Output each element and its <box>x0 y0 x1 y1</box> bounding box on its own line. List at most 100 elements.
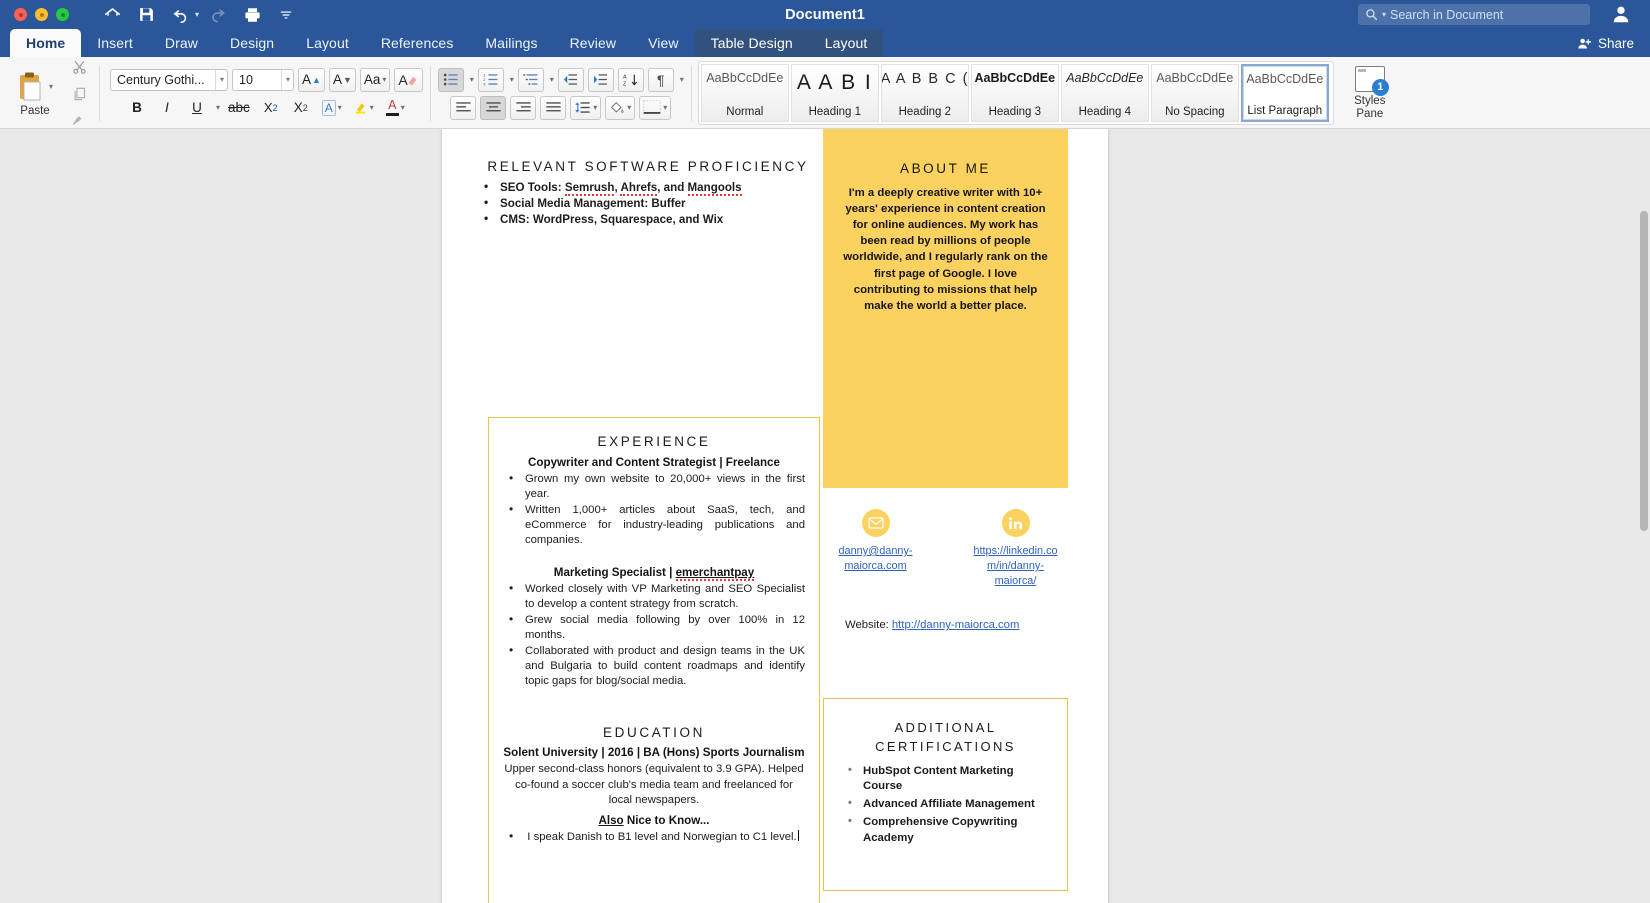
contact-linkedin-link[interactable]: https://linkedin.com/in/danny-maiorca/ <box>972 544 1060 589</box>
chevron-down-icon[interactable]: ▾ <box>370 103 374 112</box>
customize-toolbar-icon[interactable] <box>271 2 301 28</box>
underline-dropdown-icon[interactable]: ▾ <box>216 103 220 112</box>
style-heading-3[interactable]: AaBbCcDdEe Heading 3 <box>970 64 1059 122</box>
align-right-button[interactable] <box>510 95 537 120</box>
document-workspace[interactable]: RELEVANT SOFTWARE PROFICIENCY SEO Tools:… <box>0 129 1650 903</box>
tab-table-layout[interactable]: Layout <box>808 29 884 57</box>
font-name-combo[interactable]: Century Gothi... ▾ <box>110 68 228 91</box>
share-button[interactable]: Share <box>1576 29 1634 57</box>
paste-dropdown-icon[interactable]: ▾ <box>49 82 53 91</box>
chevron-down-icon[interactable]: ▾ <box>593 103 597 112</box>
tab-view[interactable]: View <box>632 29 695 57</box>
chevron-down-icon: ▾ <box>1382 10 1387 19</box>
cut-button[interactable] <box>66 55 92 79</box>
line-spacing-button[interactable]: ▾ <box>570 95 602 120</box>
increase-indent-button[interactable] <box>587 67 614 92</box>
style-no-spacing[interactable]: AaBbCcDdEe No Spacing <box>1150 64 1239 122</box>
justify-button[interactable] <box>540 95 567 120</box>
subscript-button[interactable]: X2 <box>258 96 284 120</box>
tab-review[interactable]: Review <box>554 29 633 57</box>
save-icon[interactable] <box>131 2 161 28</box>
shrink-font-button[interactable]: A ▼ <box>328 67 356 92</box>
divider <box>99 66 100 121</box>
superscript-button[interactable]: X2 <box>288 96 314 120</box>
shrink-font-label: A <box>332 72 342 87</box>
numbering-dropdown-icon[interactable]: ▾ <box>510 75 514 84</box>
bullets-dropdown-icon[interactable]: ▾ <box>470 75 474 84</box>
home-icon[interactable] <box>97 2 127 28</box>
style-heading-1[interactable]: A A B I Heading 1 <box>790 64 879 122</box>
strikethrough-button[interactable]: abc <box>224 96 254 120</box>
shading-button[interactable]: ▾ <box>605 95 636 120</box>
styles-pane-button[interactable]: 1 Styles Pane <box>1338 59 1402 128</box>
text-effects-icon: A <box>321 99 336 116</box>
bullets-button[interactable] <box>437 67 464 92</box>
account-icon[interactable] <box>1610 3 1632 30</box>
undo-dropdown-icon[interactable]: ▾ <box>195 10 199 19</box>
align-left-button[interactable] <box>450 95 477 120</box>
website-link[interactable]: http://danny-maiorca.com <box>892 619 1019 631</box>
show-formatting-marks-button[interactable]: ¶ <box>647 67 674 92</box>
sort-button[interactable]: AZ <box>617 67 644 92</box>
chevron-down-icon[interactable]: ▾ <box>627 103 631 112</box>
borders-button[interactable]: ▾ <box>639 95 672 120</box>
redo-icon[interactable] <box>203 2 233 28</box>
vertical-scrollbar[interactable] <box>1640 211 1648 531</box>
style-preview: AaBbCcDdEe <box>974 71 1056 85</box>
paste-button[interactable]: ▾ Paste <box>10 71 60 117</box>
formatting-marks-dropdown-icon[interactable]: ▾ <box>680 75 684 84</box>
software-proficiency-section: RELEVANT SOFTWARE PROFICIENCY SEO Tools:… <box>478 157 818 229</box>
svg-text:Z: Z <box>623 81 627 87</box>
chevron-down-icon[interactable]: ▾ <box>280 69 290 90</box>
highlight-button[interactable]: ▾ <box>350 96 378 120</box>
list-item: Worked closely with VP Marketing and SEO… <box>503 581 805 612</box>
grow-font-button[interactable]: A ▲ <box>298 67 325 92</box>
minimize-window-button[interactable] <box>35 8 48 21</box>
tab-layout[interactable]: Layout <box>290 29 365 57</box>
decrease-indent-button[interactable] <box>557 67 584 92</box>
multilevel-dropdown-icon[interactable]: ▾ <box>550 75 554 84</box>
chevron-down-icon[interactable]: ▾ <box>382 75 386 84</box>
grow-font-label: A <box>302 72 312 87</box>
search-input[interactable]: ▾ Search in Document <box>1358 4 1590 25</box>
font-size-combo[interactable]: 10 ▾ <box>232 68 294 91</box>
copy-button[interactable] <box>66 82 92 106</box>
tab-insert[interactable]: Insert <box>81 29 149 57</box>
style-heading-4[interactable]: AaBbCcDdEe Heading 4 <box>1060 64 1149 122</box>
style-heading-2[interactable]: A A B B C ( Heading 2 <box>880 64 969 122</box>
align-center-button[interactable] <box>480 95 507 120</box>
tab-draw[interactable]: Draw <box>149 29 214 57</box>
underline-button[interactable]: U <box>184 96 210 120</box>
undo-icon[interactable] <box>165 2 195 28</box>
change-case-button[interactable]: Aa ▾ <box>359 67 391 92</box>
multilevel-list-button[interactable] <box>517 67 544 92</box>
tab-references[interactable]: References <box>365 29 470 57</box>
chevron-down-icon[interactable]: ▾ <box>401 103 405 112</box>
contact-email[interactable]: danny@danny-maiorca.com <box>832 509 920 589</box>
document-page[interactable]: RELEVANT SOFTWARE PROFICIENCY SEO Tools:… <box>442 129 1108 903</box>
bold-button[interactable]: B <box>124 96 150 120</box>
styles-pane-line1: Styles <box>1354 94 1386 107</box>
tab-design[interactable]: Design <box>214 29 290 57</box>
font-name-value: Century Gothi... <box>117 72 205 87</box>
contact-linkedin[interactable]: https://linkedin.com/in/danny-maiorca/ <box>972 509 1060 589</box>
font-group: Century Gothi... ▾ 10 ▾ A▲ A▼ Aa▾ A B <box>102 59 428 128</box>
italic-button[interactable]: I <box>154 96 180 120</box>
maximize-window-button[interactable] <box>56 8 69 21</box>
style-list-paragraph[interactable]: AaBbCcDdEe List Paragraph <box>1240 64 1329 122</box>
text-effects-button[interactable]: A ▾ <box>318 96 346 120</box>
style-normal[interactable]: AaBbCcDdEe Normal <box>700 64 789 122</box>
tab-table-design[interactable]: Table Design <box>694 29 809 57</box>
print-icon[interactable] <box>237 2 267 28</box>
contact-email-link[interactable]: danny@danny-maiorca.com <box>832 544 920 574</box>
chevron-down-icon[interactable]: ▾ <box>663 103 667 112</box>
window-controls[interactable] <box>14 8 69 21</box>
clear-formatting-button[interactable]: A <box>394 67 423 92</box>
tab-home[interactable]: Home <box>10 29 82 57</box>
tab-mailings[interactable]: Mailings <box>469 29 553 57</box>
close-window-button[interactable] <box>14 8 27 21</box>
numbering-button[interactable]: 123 <box>477 67 504 92</box>
chevron-down-icon[interactable]: ▾ <box>338 103 342 112</box>
chevron-down-icon[interactable]: ▾ <box>214 69 224 90</box>
font-color-button[interactable]: A ▾ <box>382 96 409 120</box>
